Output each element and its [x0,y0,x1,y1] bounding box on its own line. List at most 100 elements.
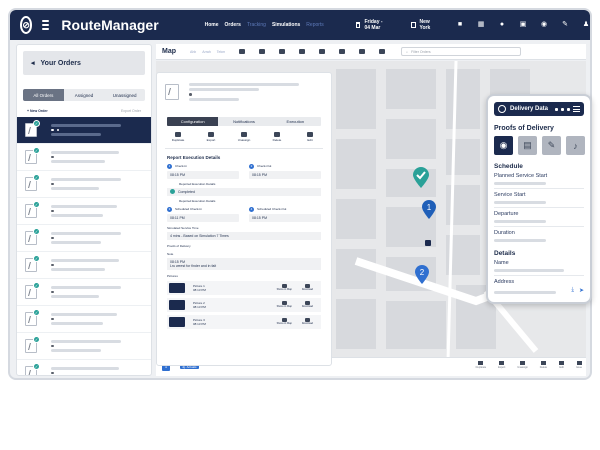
download-icon[interactable]: ⤓ [571,287,574,294]
logo-icon[interactable]: ⊘ [20,16,33,34]
sim-time-label: Simulated Service Time [167,225,199,230]
edit-button[interactable]: Edit [559,361,565,369]
picture-row[interactable]: Picture 3 08:13 PM Show on Map Download [167,314,321,329]
picture-thumbnail[interactable] [169,282,185,293]
stop-2-marker-icon[interactable]: 2 [414,265,430,285]
nav-reports[interactable]: Reports [306,22,324,28]
microphone-icon[interactable]: ♪ [566,136,585,155]
scheduled-check-in-label: Scheduled Check-In [175,207,203,211]
bottom-actions: Duplicate Export Unassign Delete Edit Is… [476,361,582,369]
help-icon[interactable]: ● [498,21,506,29]
lasso-icon[interactable] [339,49,346,54]
square-icon[interactable]: ■ [456,21,464,29]
show-on-map-button[interactable]: Show on Map [277,284,292,291]
tab-configuration[interactable]: Configuration [167,116,219,126]
delete-button[interactable]: Delete [266,131,288,142]
list-item[interactable]: ✓ [17,198,151,225]
stop-1-marker-icon[interactable]: 1 [421,200,437,220]
list-item[interactable]: ✓ [17,252,151,279]
search-icon: ⌕ [406,49,409,54]
delete-button[interactable]: Delete [540,361,547,369]
duplicate-button[interactable]: Duplicate [167,131,189,142]
scheduled-check-out-value[interactable]: 08:15 PM [249,213,321,222]
export-button[interactable]: Export [200,131,222,142]
wrench-icon[interactable]: ✎ [561,21,569,29]
back-arrow-icon[interactable]: ◂ [31,59,35,67]
orders-list: ✓ ✓ ✓ ✓ ✓ ✓ ✓ ✓ ✓ ✓ [17,117,151,375]
list-item[interactable]: ✓ [17,279,151,306]
delete-icon [274,131,280,137]
svg-text:2: 2 [420,268,425,277]
map-option[interactable]: Tekm [217,50,225,54]
download-button[interactable]: Download [302,284,313,291]
download-button[interactable]: Download [302,301,313,308]
new-order-link[interactable]: + New Order [27,109,48,113]
list-item[interactable]: ✓ [17,225,151,252]
tab-notifications[interactable]: Notifications [218,117,269,126]
unassign-button[interactable]: Unassign [233,131,255,142]
export-button[interactable]: Export [498,361,505,369]
user-icon[interactable]: ♟ [582,21,590,29]
menu-icon[interactable] [42,18,50,32]
camera-icon[interactable]: ◉ [494,136,513,155]
city-selector[interactable]: New York [411,19,432,31]
list-item[interactable]: ✓ [17,306,151,333]
picture-thumbnail[interactable] [169,316,185,327]
edit-button[interactable]: Edit [299,131,321,142]
picture-row[interactable]: Picture 1 08:13 PM Show on Map Download [167,280,321,295]
map-option[interactable]: Ahb [190,50,196,54]
export-icon [208,131,214,137]
service-start-label: Service Start [494,192,526,198]
pin-icon[interactable] [279,49,286,54]
scheduled-check-in-value[interactable]: 08:11 PM [167,213,239,222]
truck-icon[interactable] [239,49,246,54]
check-icon: ✓ [33,228,40,235]
picture-row[interactable]: Picture 2 08:13 PM Show on Map Download [167,297,321,312]
menu-icon[interactable] [573,105,580,114]
tab-all-orders[interactable]: All Orders [23,89,64,101]
document-icon[interactable]: ▤ [518,136,537,155]
route-icon[interactable] [299,49,306,54]
layers-icon[interactable] [259,49,266,54]
list-item[interactable]: ✓ [17,117,151,144]
nav-home[interactable]: Home [205,22,219,28]
nav-orders[interactable]: Orders [225,22,241,28]
download-button[interactable]: Download [302,318,313,325]
nav-tracking[interactable]: Tracking [247,22,266,28]
list-item[interactable]: ✓ [17,360,151,375]
orders-tabs: All Orders Assigned Unassigned [23,89,145,101]
filter-orders-input[interactable]: ⌕ Filter Orders [401,47,522,56]
check-icon: ✓ [33,201,40,208]
map-option[interactable]: Arrah [202,50,211,54]
navigate-icon[interactable] [319,49,326,54]
show-on-map-button[interactable]: Show on Map [277,318,292,325]
picture-thumbnail[interactable] [169,299,185,310]
logo-icon [498,105,506,113]
settings-icon[interactable]: ◉ [540,21,548,29]
paint-icon[interactable] [379,49,386,54]
check-in-value[interactable]: 08:15 PM [167,170,239,179]
tab-assigned[interactable]: Assigned [63,89,105,101]
nav-simulations[interactable]: Simulations [272,22,300,28]
export-order-link[interactable]: Export Order [121,109,141,113]
tab-execution[interactable]: Execution [270,117,321,126]
fullscreen-icon[interactable] [359,49,366,54]
duplicate-button[interactable]: Duplicate [476,361,486,369]
completed-marker-icon[interactable] [412,167,430,189]
check-out-value[interactable]: 08:15 PM [249,170,321,179]
sim-time-value: 4 mins - Based on Simulation 7 Times [167,231,321,240]
image-icon[interactable]: ▣ [519,21,527,29]
pen-icon[interactable]: ✎ [542,136,561,155]
unassign-button[interactable]: Unassign [517,361,528,369]
grid-icon[interactable]: ▦ [477,21,485,29]
list-item[interactable]: ✓ [17,171,151,198]
issue-button[interactable]: Issue [576,361,582,369]
list-item[interactable]: ✓ [17,333,151,360]
show-on-map-button[interactable]: Show on Map [277,301,292,308]
pictures-label: Pictures [167,273,178,278]
date-selector[interactable]: Friday - 04 Mar [355,19,383,31]
tab-unassigned[interactable]: Unassigned [104,89,145,101]
depot-marker-icon[interactable] [425,240,431,246]
list-item[interactable]: ✓ [17,144,151,171]
navigate-icon[interactable]: ➤ [579,287,584,294]
